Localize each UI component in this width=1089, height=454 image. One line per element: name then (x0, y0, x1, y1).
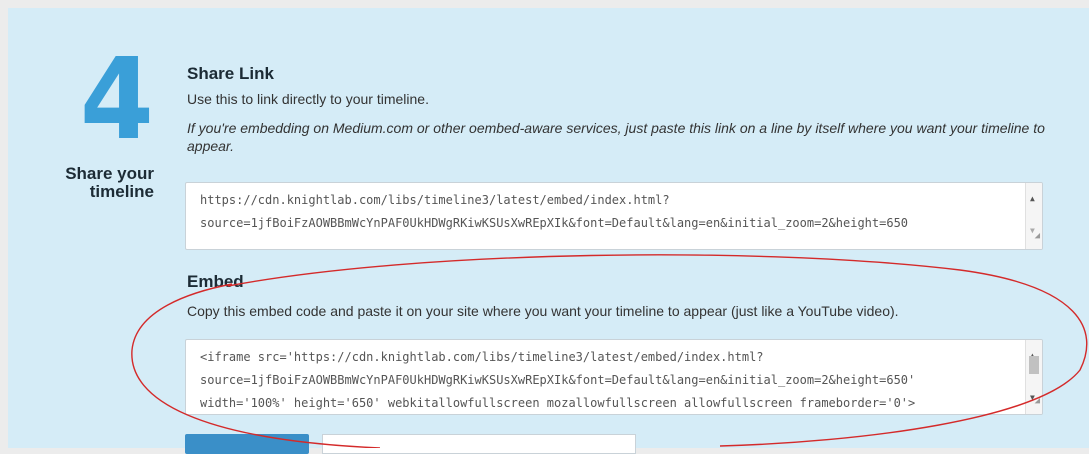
embed-code-line3: width='100%' height='650' webkitallowful… (200, 396, 916, 410)
share-link-url-line2: source=1jfBoiFzAOWBBmWcYnPAF0UkHDWgRKiwK… (200, 216, 909, 230)
embed-heading: Embed (187, 272, 244, 291)
share-link-description: Use this to link directly to your timeli… (187, 91, 429, 107)
resize-grip-icon[interactable]: ◢ (1035, 225, 1040, 248)
bottom-input[interactable] (322, 434, 636, 454)
share-link-textarea[interactable]: https://cdn.knightlab.com/libs/timeline3… (185, 182, 1043, 250)
resize-grip-icon[interactable]: ◢ (1035, 390, 1040, 413)
scroll-up-icon[interactable]: ▲ (1030, 187, 1035, 210)
share-link-url-line1: https://cdn.knightlab.com/libs/timeline3… (200, 193, 670, 207)
step-title: Share your timeline (65, 164, 154, 201)
preview-button[interactable] (185, 434, 309, 454)
scroll-thumb[interactable] (1029, 356, 1039, 374)
embed-code-line2: source=1jfBoiFzAOWBBmWcYnPAF0UkHDWgRKiwK… (200, 373, 916, 387)
embed-code-line1: <iframe src='https://cdn.knightlab.com/l… (200, 350, 764, 364)
share-content: Share Link Use this to link directly to … (187, 64, 1047, 155)
embed-code-textarea[interactable]: <iframe src='https://cdn.knightlab.com/l… (185, 339, 1043, 415)
embed-description: Copy this embed code and paste it on you… (187, 303, 899, 319)
share-link-heading: Share Link (187, 64, 274, 83)
share-link-note: If you're embedding on Medium.com or oth… (187, 120, 1045, 154)
step-number: 4 (79, 35, 154, 165)
